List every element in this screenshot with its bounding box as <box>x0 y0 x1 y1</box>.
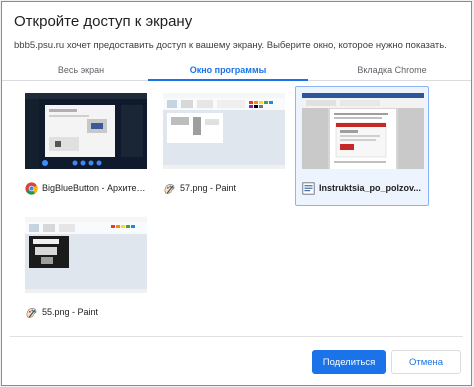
window-label-row: 57.png - Paint <box>163 179 287 197</box>
active-tab-indicator <box>148 79 308 81</box>
window-label-row: BigBlueButton - Архитект... <box>25 179 149 197</box>
paint-icon <box>26 307 37 318</box>
window-label-row: Instruktsia_po_polzov... <box>302 179 426 197</box>
window-tile-instruktsia[interactable]: Instruktsia_po_polzov... <box>295 86 429 206</box>
window-title: 57.png - Paint <box>180 183 237 193</box>
dialog-title: Откройте доступ к экрану <box>14 13 193 30</box>
share-screen-dialog: Откройте доступ к экрану bbb5.psu.ru хоч… <box>1 1 472 386</box>
window-title: 55.png - Paint <box>42 307 99 317</box>
window-label-row: 55.png - Paint <box>25 303 149 321</box>
dialog-subtitle: bbb5.psu.ru хочет предоставить доступ к … <box>14 40 447 51</box>
cancel-button[interactable]: Отмена <box>391 350 461 374</box>
tab-chrome-tab[interactable]: Вкладка Chrome <box>314 62 470 80</box>
window-title: BigBlueButton - Архитект... <box>42 183 149 193</box>
window-title: Instruktsia_po_polzov... <box>319 183 421 193</box>
window-tile-paint-57[interactable]: 57.png - Paint <box>156 86 290 206</box>
tab-label: Вкладка Chrome <box>357 65 427 75</box>
tab-entire-screen[interactable]: Весь экран <box>2 62 160 80</box>
tab-label: Окно программы <box>189 65 267 75</box>
word-doc-icon <box>302 181 315 195</box>
window-thumbnail <box>25 93 147 169</box>
share-button[interactable]: Поделиться <box>312 350 386 374</box>
tab-application-window[interactable]: Окно программы <box>148 62 308 81</box>
source-tabs: Весь экран Окно программы Вкладка Chrome <box>2 62 471 81</box>
chrome-icon <box>25 181 38 195</box>
window-thumbnail <box>25 217 147 293</box>
window-thumbnail <box>302 93 424 169</box>
window-tile-bigbluebutton[interactable]: BigBlueButton - Архитект... <box>18 86 152 206</box>
window-tile-paint-55[interactable]: 55.png - Paint <box>18 210 152 330</box>
paint-icon <box>164 183 175 194</box>
window-grid: BigBlueButton - Архитект... 57.png - Pai… <box>10 82 463 337</box>
tab-label: Весь экран <box>57 65 105 75</box>
window-thumbnail <box>163 93 285 169</box>
